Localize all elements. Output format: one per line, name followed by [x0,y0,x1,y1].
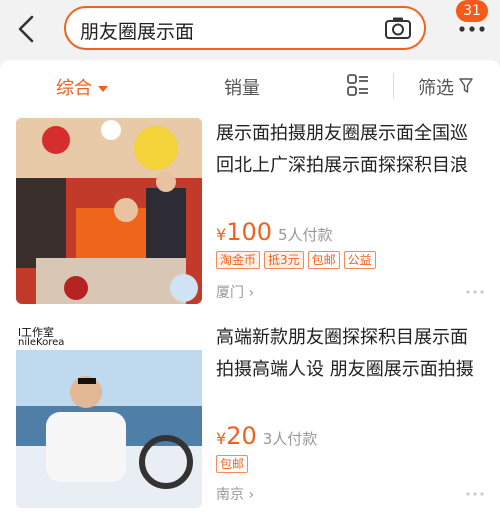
more-options-icon[interactable] [466,492,484,496]
product-price-1: ¥100 5人付款 [216,218,333,246]
sort-comprehensive[interactable]: 综合 [56,74,108,100]
tag-free-shipping: 包邮 [307,251,340,269]
paid-count: 3人付款 [262,430,318,448]
camera-icon[interactable] [384,16,412,40]
price-value: 20 [226,422,257,450]
filter-funnel-icon[interactable] [459,78,473,94]
product-title-2[interactable]: 高端新款朋友圈探探积目展示面拍摄高端人设 朋友圈展示面拍摄 [216,322,484,386]
product-tags-1: 淘金币 抵3元 包邮 公益 [216,251,376,269]
product-location-1[interactable]: 厦门 › [216,282,254,302]
caret-down-icon [98,86,108,92]
back-arrow-icon[interactable] [14,14,40,44]
product-image-2[interactable]: l工作室 nileKorea [16,322,202,508]
sort-comprehensive-label: 综合 [56,78,92,99]
search-box[interactable]: 朋友圈展示面 [64,6,426,50]
price-value: 100 [226,218,272,246]
sort-divider [393,73,394,99]
view-toggle-icon[interactable] [346,73,370,97]
product-tags-2: 包邮 [216,455,249,473]
tag-taojinbi: 淘金币 [216,251,261,269]
image-caption-brand: nileKorea [18,337,65,348]
more-options-icon[interactable] [466,290,484,294]
filter-button[interactable]: 筛选 [418,74,454,100]
notification-badge: 31 [456,0,488,22]
product-photo-1 [16,118,202,304]
tag-charity: 公益 [343,251,376,269]
paid-count: 5人付款 [278,226,333,244]
more-icon[interactable] [458,24,486,34]
product-card-1[interactable]: 展示面拍摄朋友圈展示面全国巡回北上广深拍展示面探探积目浪 ¥100 5人付款 淘金… [0,112,500,310]
product-title-1[interactable]: 展示面拍摄朋友圈展示面全国巡回北上广深拍展示面探探积目浪 [216,118,484,182]
location-text: 南京 [216,487,244,503]
currency-symbol: ¥ [216,225,227,244]
product-card-2[interactable]: l工作室 nileKorea 高端新款朋友圈探探积目展示面拍摄高端人设 朋友圈展… [0,316,500,514]
location-text: 厦门 [216,285,244,301]
tag-discount: 抵3元 [264,251,304,269]
tag-free-shipping: 包邮 [216,455,249,473]
sort-sales[interactable]: 销量 [224,74,260,100]
product-photo-2 [16,322,202,508]
product-list: 展示面拍摄朋友圈展示面全国巡回北上广深拍展示面探探积目浪 ¥100 5人付款 淘金… [0,112,500,514]
product-image-1[interactable] [16,118,202,304]
top-bar: 朋友圈展示面 31 [0,0,500,60]
search-input[interactable]: 朋友圈展示面 [80,17,194,44]
sort-bar: 综合 销量 筛选 [0,60,500,112]
product-location-2[interactable]: 南京 › [216,484,254,504]
currency-symbol: ¥ [216,429,227,448]
product-price-2: ¥20 3人付款 [216,422,317,450]
